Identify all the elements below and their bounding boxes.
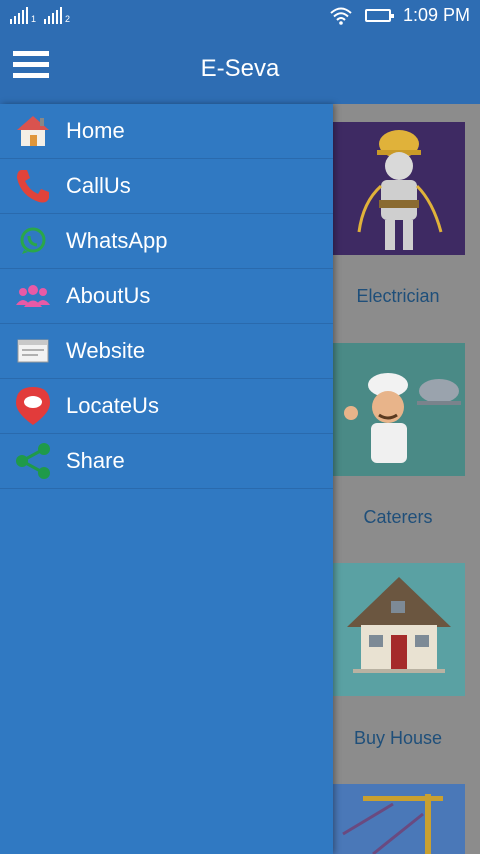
nav-label-aboutus: AboutUs xyxy=(66,283,151,308)
signal-indicators: 1 2 xyxy=(10,6,76,24)
home-icon xyxy=(17,116,49,146)
nav-label-locateus: LocateUs xyxy=(66,393,159,418)
share-icon xyxy=(16,443,50,479)
whatsapp-icon xyxy=(20,227,46,254)
phone-icon xyxy=(17,170,49,203)
status-bar: 1 2 1:09 PM xyxy=(0,0,480,34)
nav-item-aboutus[interactable]: AboutUs xyxy=(0,269,333,324)
nav-label-share: Share xyxy=(66,448,125,473)
service-label-caterers: Caterers xyxy=(363,507,433,527)
nav-item-locateus[interactable]: LocateUs xyxy=(0,379,333,434)
caterers-image[interactable] xyxy=(333,343,465,476)
nav-label-callus: CallUs xyxy=(66,173,131,198)
nav-item-callus[interactable]: CallUs xyxy=(0,159,333,214)
wifi-icon xyxy=(330,7,352,25)
browser-window-icon xyxy=(17,339,49,363)
nav-item-website[interactable]: Website xyxy=(0,324,333,379)
service-label-buy-house: Buy House xyxy=(353,728,443,748)
battery-icon xyxy=(364,9,394,22)
service-label-electrician: Electrician xyxy=(356,286,440,306)
app-bar: E-Seva xyxy=(0,34,480,104)
app-title: E-Seva xyxy=(200,55,280,82)
buy-house-image[interactable] xyxy=(333,563,465,696)
sim1-label: 1 xyxy=(31,14,37,24)
signal-sim1-icon xyxy=(10,6,28,24)
electrician-image[interactable] xyxy=(333,122,465,255)
nav-label-whatsapp: WhatsApp xyxy=(66,228,168,253)
nav-label-home: Home xyxy=(66,118,125,143)
nav-label-website: Website xyxy=(66,338,146,363)
sim2-label: 2 xyxy=(65,14,71,24)
navigation-drawer: Home CallUs WhatsApp AboutUs Website Loc… xyxy=(0,104,333,854)
location-pin-icon xyxy=(16,387,50,425)
nav-item-whatsapp[interactable]: WhatsApp xyxy=(0,214,333,269)
nav-item-share[interactable]: Share xyxy=(0,434,333,489)
signal-sim2-icon xyxy=(44,6,63,24)
construction-image[interactable] xyxy=(333,784,465,854)
status-time: 1:09 PM xyxy=(402,5,470,25)
group-icon xyxy=(16,285,50,307)
nav-item-home[interactable]: Home xyxy=(0,104,333,159)
